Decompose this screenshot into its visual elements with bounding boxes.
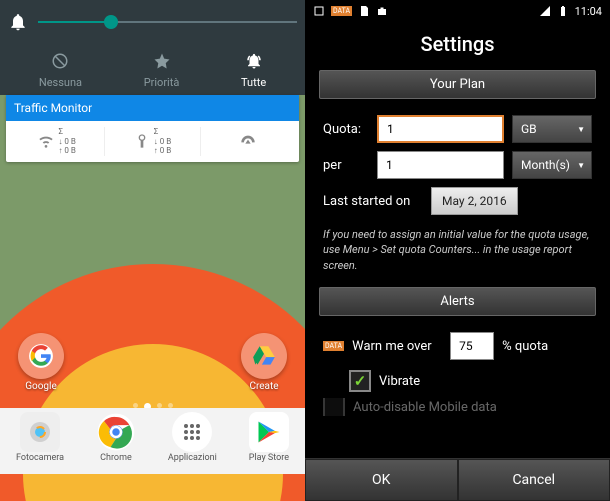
ok-button[interactable]: OK: [305, 459, 458, 501]
quota-unit-select[interactable]: GB: [512, 115, 592, 143]
battery-icon: [557, 5, 569, 17]
folder-create[interactable]: Create: [237, 333, 291, 392]
status-time: 11:04: [575, 5, 602, 18]
status-bar: DATA 11:04: [305, 0, 610, 22]
briefcase-icon: [376, 5, 388, 17]
dnd-slider[interactable]: [38, 10, 297, 34]
widget-wifi-col: Σ↓ 0 B↑ 0 B: [10, 127, 105, 156]
section-your-plan: Your Plan: [319, 70, 596, 99]
dock-playstore[interactable]: Play Store: [249, 412, 289, 463]
data-badge-icon: DATA: [331, 6, 352, 16]
bell-icon: [8, 12, 28, 32]
dock-label: Play Store: [249, 453, 289, 463]
folder-google[interactable]: Google: [14, 333, 68, 392]
settings-screen: DATA 11:04 Settings Your Plan Quota: GB …: [305, 0, 610, 501]
dock-label: Fotocamera: [16, 453, 64, 463]
wallpaper-area[interactable]: Traffic Monitor Σ↓ 0 B↑ 0 B Σ↓ 0 B↑ 0 B …: [0, 95, 305, 474]
section-alerts: Alerts: [319, 287, 596, 316]
quota-hint: If you need to assign an initial value f…: [305, 219, 610, 287]
started-label: Last started on: [323, 194, 423, 209]
widget-mobile-col: Σ↓ 0 B↑ 0 B: [105, 127, 200, 156]
per-unit-select[interactable]: Month(s): [512, 151, 592, 179]
play-icon: [255, 418, 283, 446]
vibrate-label: Vibrate: [379, 374, 420, 389]
data-badge-icon: DATA: [323, 341, 344, 351]
wifi-icon: [38, 133, 54, 149]
dock-chrome[interactable]: Chrome: [96, 412, 136, 463]
mode-priority[interactable]: Priorità: [144, 52, 180, 89]
quota-label: Quota:: [323, 122, 369, 137]
folder-label: Create: [249, 381, 278, 392]
warn-label: Warn me over: [352, 339, 442, 354]
autodisable-label: Auto-disable Mobile data: [353, 400, 497, 415]
gauge-icon: [240, 133, 256, 149]
widget-title: Traffic Monitor: [6, 95, 299, 121]
google-icon: [28, 343, 54, 369]
quota-input[interactable]: [377, 115, 504, 143]
dock-apps[interactable]: Applicazioni: [168, 412, 217, 463]
dock-label: Chrome: [100, 453, 132, 463]
autodisable-checkbox[interactable]: [323, 398, 345, 416]
android-home-screen: Nessuna Priorità Tutte Traffic Monitor Σ…: [0, 0, 305, 501]
per-input[interactable]: [377, 151, 504, 179]
mode-none[interactable]: Nessuna: [39, 52, 82, 89]
apps-icon: [180, 420, 204, 444]
warn-suffix: % quota: [502, 339, 548, 354]
quick-settings-panel: Nessuna Priorità Tutte: [0, 0, 305, 95]
bell-ring-icon: [245, 52, 263, 70]
dock-camera[interactable]: Fotocamera: [16, 412, 64, 463]
per-label: per: [323, 158, 369, 173]
warn-input[interactable]: [450, 332, 494, 360]
signal-icon: [539, 5, 551, 17]
sd-icon: [358, 5, 370, 17]
dock-label: Applicazioni: [168, 453, 217, 463]
cancel-button[interactable]: Cancel: [458, 459, 610, 501]
mode-all[interactable]: Tutte: [241, 52, 266, 89]
traffic-monitor-widget[interactable]: Traffic Monitor Σ↓ 0 B↑ 0 B Σ↓ 0 B↑ 0 B: [6, 95, 299, 162]
dock: Fotocamera Chrome Applicazioni Play Stor…: [0, 408, 305, 474]
mode-label: Tutte: [241, 76, 266, 89]
screenshot-icon: [313, 5, 325, 17]
widget-gauge-col: [201, 133, 295, 149]
mode-label: Priorità: [144, 76, 180, 89]
antenna-icon: [134, 133, 150, 149]
block-icon: [51, 52, 69, 70]
page-title: Settings: [305, 22, 610, 70]
folder-label: Google: [25, 381, 57, 392]
camera-icon: [28, 420, 52, 444]
footer-buttons: OK Cancel: [305, 458, 610, 501]
chrome-icon: [96, 412, 136, 452]
drive-icon: [251, 343, 277, 369]
star-icon: [153, 52, 171, 70]
vibrate-checkbox[interactable]: [349, 370, 371, 392]
mode-label: Nessuna: [39, 76, 82, 89]
started-date-button[interactable]: May 2, 2016: [431, 187, 518, 215]
